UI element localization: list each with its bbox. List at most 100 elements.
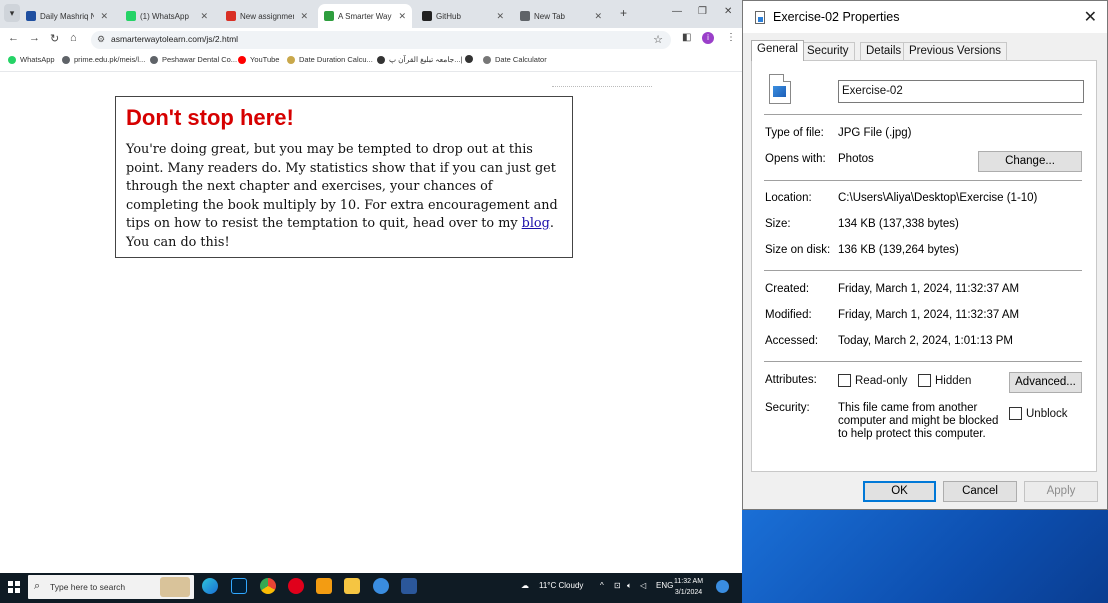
back-icon[interactable]: ← <box>8 32 19 44</box>
forward-icon[interactable]: → <box>29 32 40 44</box>
readonly-checkbox-box[interactable] <box>838 374 851 387</box>
modified-value: Friday, March 1, 2024, 11:32:37 AM <box>838 309 1020 321</box>
browser-tab[interactable]: Daily Mashriq New ✕ <box>20 4 114 28</box>
separator <box>764 114 1082 115</box>
search-icon: ⌕ <box>34 580 41 592</box>
speaker-icon[interactable]: 🔈︎ <box>627 581 632 591</box>
url-text[interactable]: asmarterwaytolearn.com/js/2.html <box>111 34 238 44</box>
unblock-checkbox[interactable]: Unblock <box>1009 407 1068 420</box>
tab-label: (1) WhatsApp <box>140 11 189 21</box>
site-info-icon[interactable]: ⚙ <box>97 34 105 45</box>
unblock-checkbox-box[interactable] <box>1009 407 1022 420</box>
tab-close-icon[interactable]: ✕ <box>594 11 602 22</box>
bookmark-star-icon[interactable]: ☆ <box>653 33 663 46</box>
dialog-title: Exercise-02 Properties <box>773 10 900 24</box>
bookmark-item[interactable]: جامعہ تبلیغ القرآن پ...| <box>377 55 462 64</box>
photoshop-icon[interactable] <box>231 578 247 594</box>
opens-with-label: Opens with: <box>765 153 826 165</box>
bookmark-item[interactable]: prime.edu.pk/meis/l... <box>62 55 145 64</box>
tray-chevron-icon[interactable]: ^ <box>600 581 604 590</box>
size-value: 134 KB (137,338 bytes) <box>838 218 959 230</box>
profile-avatar[interactable]: i <box>702 32 714 44</box>
hidden-checkbox-box[interactable] <box>918 374 931 387</box>
location-value: C:\Users\Aliya\Desktop\Exercise (1-10) <box>838 192 1038 204</box>
chrome-profile-icon[interactable] <box>373 578 389 594</box>
word-icon[interactable] <box>401 578 417 594</box>
hidden-label: Hidden <box>935 374 972 387</box>
edge-icon[interactable] <box>202 578 218 594</box>
language-indicator[interactable]: ENG <box>656 581 673 590</box>
tab-close-icon[interactable]: ✕ <box>100 11 108 22</box>
file-name-field[interactable]: Exercise-02 <box>838 80 1084 103</box>
taskbar-search[interactable]: ⌕ Type here to search <box>28 575 194 599</box>
bookmark-item[interactable] <box>465 55 477 63</box>
bookmark-item[interactable]: Peshawar Dental Co... <box>150 55 237 64</box>
ok-button[interactable]: OK <box>863 481 936 502</box>
image-file-icon <box>769 74 791 104</box>
tab-security[interactable]: Security <box>801 42 855 60</box>
file-explorer-icon[interactable] <box>344 578 360 594</box>
home-icon[interactable]: ⌂ <box>70 32 77 44</box>
tab-search-button[interactable]: ▾ <box>4 4 20 22</box>
bookmarks-bar: WhatsApp prime.edu.pk/meis/l... Peshawar D… <box>0 52 742 68</box>
page-heading: Don't stop here! <box>126 105 294 130</box>
new-tab-button[interactable]: + <box>620 6 627 20</box>
network-icon[interactable]: ⊡ <box>614 581 621 590</box>
advanced-button[interactable]: Advanced... <box>1009 372 1082 393</box>
close-icon[interactable]: ✕ <box>1084 7 1097 27</box>
bookmark-favicon-icon <box>465 55 473 63</box>
taskbar-clock[interactable]: 11:32 AM 3/1/2024 <box>674 576 703 598</box>
cancel-button[interactable]: Cancel <box>943 481 1017 502</box>
tab-general[interactable]: General <box>751 40 804 61</box>
browser-tab[interactable]: (1) WhatsApp ✕ <box>120 4 214 28</box>
notification-icon[interactable] <box>716 580 729 593</box>
desktop-background <box>742 510 1108 603</box>
change-button[interactable]: Change... <box>978 151 1082 172</box>
separator <box>764 361 1082 362</box>
bookmark-favicon-icon <box>483 55 491 64</box>
bookmark-item[interactable]: YouTube <box>238 55 279 64</box>
bookmark-item[interactable]: Date Calculator <box>483 55 547 64</box>
menu-icon[interactable]: ⋮ <box>726 32 736 43</box>
restore-icon[interactable]: ❐ <box>698 6 707 17</box>
blog-link[interactable]: blog <box>522 216 550 231</box>
address-bar[interactable]: ⚙ asmarterwaytolearn.com/js/2.html ☆ <box>91 31 671 49</box>
tab-close-icon[interactable]: ✕ <box>496 11 504 22</box>
reload-icon[interactable]: ↻ <box>50 32 59 45</box>
bookmark-item[interactable]: WhatsApp <box>8 55 55 64</box>
type-value: JPG File (.jpg) <box>838 127 912 139</box>
tab-close-icon[interactable]: ✕ <box>200 11 208 22</box>
weather-icon[interactable]: ☁ <box>521 581 529 590</box>
opera-icon[interactable] <box>288 578 304 594</box>
tab-favicon-icon <box>26 11 36 21</box>
tab-close-icon[interactable]: ✕ <box>300 11 308 22</box>
volume-icon[interactable]: ◁ <box>640 581 646 590</box>
tab-close-icon[interactable]: ✕ <box>398 11 406 22</box>
hidden-checkbox[interactable]: Hidden <box>918 374 971 387</box>
browser-tab[interactable]: New Tab ✕ <box>514 4 608 28</box>
close-icon[interactable]: ✕ <box>724 6 732 17</box>
app-icon[interactable] <box>316 578 332 594</box>
bookmark-favicon-icon <box>150 55 158 64</box>
tab-details[interactable]: Details <box>860 42 908 60</box>
tab-previous-versions[interactable]: Previous Versions <box>903 42 1008 60</box>
bookmark-label: Peshawar Dental Co... <box>162 55 238 64</box>
browser-tab[interactable]: A Smarter Way to ✕ <box>318 4 412 28</box>
readonly-label: Read-only <box>855 374 908 387</box>
unblock-label: Unblock <box>1026 407 1068 420</box>
bookmark-item[interactable]: Date Duration Calcu... <box>287 55 373 64</box>
page-paragraph: You're doing great, but you may be tempt… <box>126 141 562 252</box>
weather-text[interactable]: 11°C Cloudy <box>539 581 583 590</box>
chrome-icon[interactable] <box>260 578 276 594</box>
tab-label: GitHub <box>436 11 461 21</box>
apply-button[interactable]: Apply <box>1024 481 1098 502</box>
opens-with-value: Photos <box>838 153 874 165</box>
minimize-icon[interactable]: — <box>672 6 682 17</box>
readonly-checkbox[interactable]: Read-only <box>838 374 907 387</box>
windows-start-icon[interactable] <box>8 581 20 593</box>
side-panel-icon[interactable]: ◧ <box>682 32 691 43</box>
search-highlight-image <box>160 577 190 597</box>
browser-tab[interactable]: New assignment ✕ <box>220 4 314 28</box>
browser-tab[interactable]: GitHub ✕ <box>416 4 510 28</box>
attributes-label: Attributes: <box>765 374 817 386</box>
